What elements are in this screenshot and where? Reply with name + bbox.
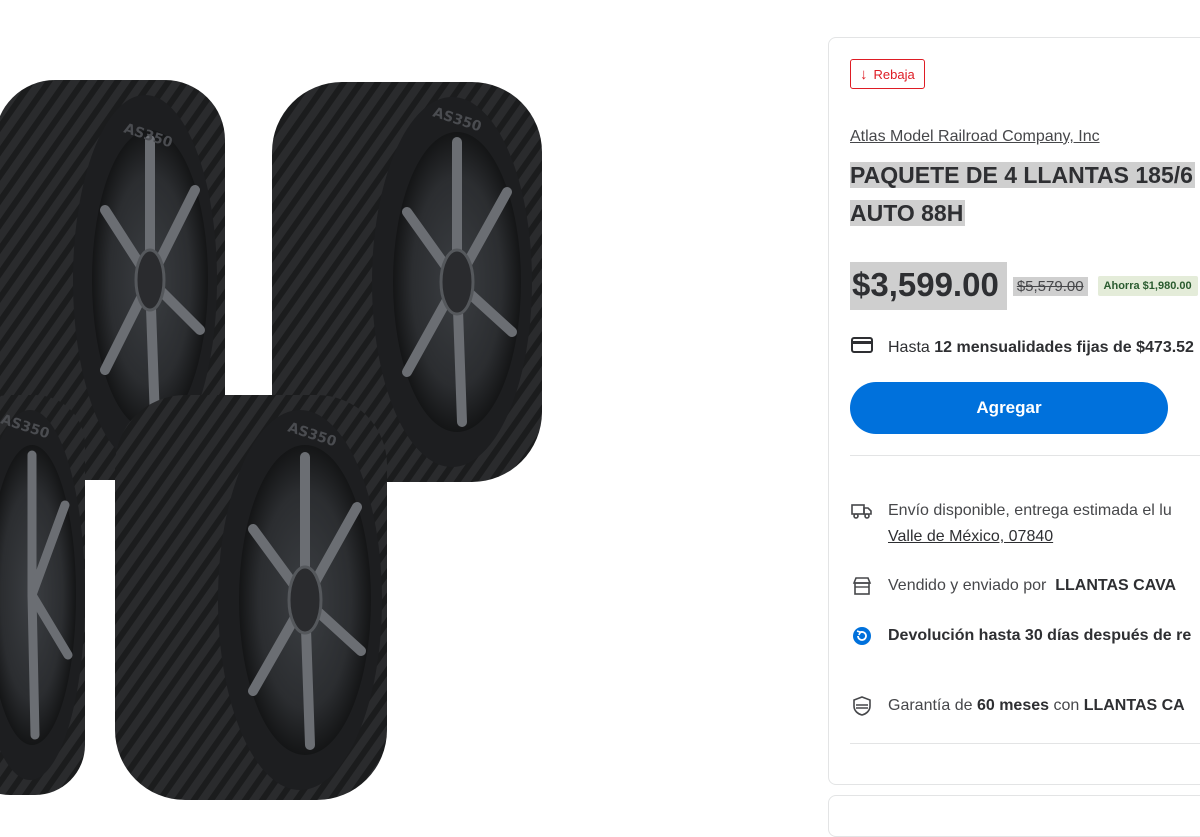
- product-image[interactable]: AS350 AS350 AS350 AS350: [0, 0, 820, 800]
- arrow-down-icon: ↓: [860, 65, 868, 83]
- warranty-seller: LLANTAS CA: [1083, 697, 1185, 714]
- divider: [850, 743, 1200, 744]
- warranty-middle: con: [1049, 697, 1084, 714]
- shipping-location-link[interactable]: Valle de México, 07840: [888, 528, 1053, 545]
- tires-illustration: AS350 AS350 AS350 AS350: [0, 80, 542, 800]
- shield-icon: [850, 696, 874, 716]
- savings-badge: Ahorra $1,980.00: [1097, 276, 1198, 296]
- product-info-card: ↓ Rebaja Atlas Model Railroad Company, I…: [828, 37, 1200, 785]
- credit-card-icon: [850, 335, 874, 355]
- brand-link[interactable]: Atlas Model Railroad Company, Inc: [850, 128, 1100, 146]
- product-title-line1: PAQUETE DE 4 LLANTAS 185/6: [850, 162, 1195, 188]
- current-price: $3,599.00: [850, 262, 1007, 310]
- sale-badge-label: Rebaja: [873, 66, 915, 82]
- installments-info: Hasta 12 mensualidades fijas de $473.52: [850, 335, 1194, 361]
- store-icon: [850, 576, 874, 596]
- warranty-months: 60 meses: [976, 697, 1050, 714]
- product-title: PAQUETE DE 4 LLANTAS 185/6 AUTO 88H: [850, 156, 1200, 232]
- divider: [850, 455, 1200, 456]
- old-price: $5,579.00: [1012, 276, 1088, 296]
- sold-by-info: Vendido y enviado por LLANTAS CAVA: [850, 573, 1176, 599]
- price-row: $3,599.00 $5,579.00 Ahorra $1,980.00: [850, 260, 1198, 312]
- sold-by-seller[interactable]: LLANTAS CAVA: [1055, 577, 1176, 594]
- shipping-info: Envío disponible, entrega estimada el lu…: [850, 498, 1172, 550]
- add-to-cart-button[interactable]: Agregar: [850, 382, 1168, 434]
- tire-4: AS350: [115, 395, 387, 800]
- shipping-text: Envío disponible, entrega estimada el lu: [888, 502, 1172, 519]
- warranty-info: Garantía de 60 meses con LLANTAS CA: [850, 693, 1185, 719]
- returns-info: Devolución hasta 30 días después de re: [850, 623, 1191, 649]
- sold-by-prefix: Vendido y enviado por: [888, 577, 1047, 594]
- truck-icon: [850, 501, 874, 521]
- return-icon: [850, 626, 874, 646]
- tire-3: AS350: [0, 395, 85, 795]
- warranty-prefix: Garantía de: [888, 697, 977, 714]
- next-card: [828, 795, 1200, 837]
- installments-prefix: Hasta: [888, 339, 935, 356]
- sale-badge: ↓ Rebaja: [850, 59, 925, 89]
- product-title-line2: AUTO 88H: [850, 200, 966, 226]
- returns-text: Devolución hasta 30 días después de re: [888, 627, 1192, 644]
- installments-detail: 12 mensualidades fijas de $473.52: [934, 339, 1194, 356]
